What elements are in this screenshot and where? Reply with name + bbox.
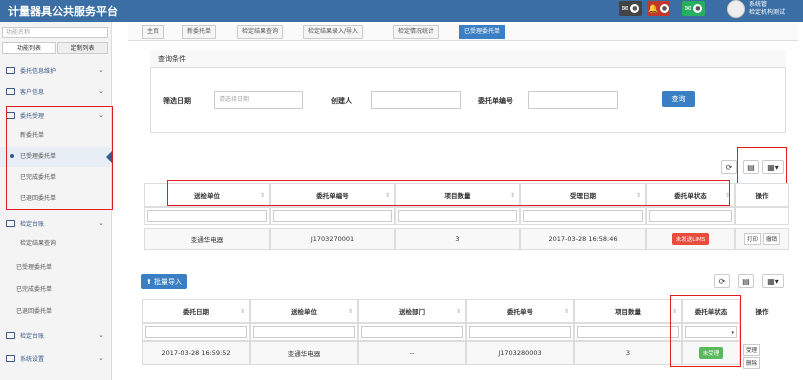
sort-icon: ⇕ [455, 307, 461, 315]
table2-cell-orderno: J1703280003 [466, 341, 574, 365]
orderno-label: 委托单编号 [478, 97, 513, 105]
tab-function-list[interactable]: 功能列表 [2, 42, 56, 54]
filter-cell[interactable] [646, 207, 735, 225]
search-button[interactable]: 查询 [662, 91, 695, 107]
filter-cell[interactable] [270, 207, 395, 225]
delete-button[interactable]: 删除 [743, 357, 761, 369]
orderno-input[interactable] [528, 91, 618, 109]
avatar[interactable] [727, 0, 745, 18]
tab-result-query[interactable]: 检定结果查询 [237, 25, 284, 39]
filter-cell[interactable] [358, 323, 466, 341]
query-panel-title: 查询条件 [150, 50, 786, 68]
table2-header-unit[interactable]: 送检单位 ⇕ [250, 299, 358, 323]
table1-cell-orderno: J1703270001 [270, 228, 395, 250]
filter-cell[interactable] [142, 323, 250, 341]
filter-cell[interactable] [520, 207, 646, 225]
filter-cell[interactable] [466, 323, 574, 341]
batch-import-button[interactable]: ⬆ 批量导入 [141, 274, 187, 289]
tab-new-order[interactable]: 新委托单 [182, 25, 217, 39]
sidebar-item-check[interactable]: 检定台账 ⌄ [0, 213, 110, 233]
table1-cell-unit: 变通华电器 [144, 228, 270, 250]
table2-header-count[interactable]: 项目数量 ⇕ [574, 299, 682, 323]
sidebar-subitem[interactable]: 检定结果查询 [0, 234, 110, 254]
chevron-down-icon: ⌄ [98, 219, 104, 227]
filter-cell[interactable] [395, 207, 520, 225]
sidebar-subitem[interactable]: 已退回委托单 [0, 302, 110, 322]
table2-cell-actions: 受理 删除 [742, 344, 761, 369]
monitor-icon [6, 66, 15, 74]
refresh-icon[interactable]: ⟳ [721, 160, 737, 174]
table1-cell-count: 3 [395, 228, 520, 250]
table2-header-dept[interactable]: 送检部门 ⇕ [358, 299, 466, 323]
tab-stats[interactable]: 检定情况统计 [393, 25, 440, 39]
creator-label: 创建人 [331, 97, 352, 105]
upload-icon: ⬆ [145, 277, 152, 286]
revoke-button[interactable]: 撤销 [763, 233, 781, 245]
date-label: 筛选日期 [163, 97, 191, 105]
sort-icon: ⇕ [563, 307, 569, 315]
table1-header-actions: 操作 [735, 183, 789, 207]
tab-accepted-orders[interactable]: 已受理委托单 [459, 25, 506, 39]
monitor-icon [6, 354, 15, 362]
chevron-down-icon: ⌄ [98, 66, 104, 74]
accept-button[interactable]: 受理 [743, 344, 761, 356]
table2-cell-dept: -- [358, 341, 466, 365]
monitor-icon [6, 219, 15, 227]
mail-icon: ✉ [621, 4, 629, 13]
sidebar-subitem[interactable]: 已受理委托单 [0, 258, 110, 278]
tab-result-import[interactable]: 检定结果录入/导入 [303, 25, 364, 39]
table2-cell-date: 2017-03-28 16:59:52 [142, 341, 250, 365]
highlight-box [670, 295, 741, 367]
bell-icon: 🔔 [648, 4, 658, 13]
sort-icon: ⇕ [239, 307, 245, 315]
filter-cell[interactable] [574, 323, 682, 341]
filter-cell[interactable] [144, 207, 270, 225]
status-badge: 未发送LIMS [671, 233, 710, 245]
table2-header-orderno[interactable]: 委托单号 ⇕ [466, 299, 574, 323]
highlight-box [167, 180, 730, 206]
refresh-icon[interactable]: ⟳ [714, 274, 730, 288]
monitor-icon [6, 331, 15, 339]
sidebar-item-system[interactable]: 系统设置 ⌄ [0, 348, 110, 368]
mail-icon: ✉ [684, 4, 692, 13]
chevron-down-icon: ⌄ [98, 331, 104, 339]
monitor-icon [6, 87, 15, 95]
chevron-down-icon: ⌄ [98, 87, 104, 95]
user-info[interactable]: 系统管 检定机构测试 [749, 1, 785, 17]
table1-cell-date: 2017-03-28 16:58:46 [520, 228, 646, 250]
app-title: 计量器具公共服务平台 [8, 5, 118, 18]
columns-icon[interactable]: ▦▾ [762, 274, 784, 288]
table2-header-actions: 操作 [755, 308, 769, 316]
table1-cell-status: 未发送LIMS [646, 228, 735, 250]
table2-header-date[interactable]: 委托日期 ⇕ [142, 299, 250, 323]
chevron-down-icon: ⌄ [98, 354, 104, 362]
filter-cell[interactable] [250, 323, 358, 341]
sidebar-search-input[interactable]: 功能名称 [2, 27, 108, 38]
sidebar-subitem[interactable]: 已完成委托单 [0, 280, 110, 300]
table2-cell-count: 3 [574, 341, 682, 365]
highlight-box [6, 106, 113, 210]
mail-button[interactable]: ✉ ● [682, 1, 705, 16]
tab-custom-list[interactable]: 定制列表 [57, 42, 108, 54]
sidebar-item-info[interactable]: 委托信息维护 ⌄ [0, 60, 110, 80]
export-icon[interactable]: ▤ [738, 274, 754, 288]
print-button[interactable]: 打印 [743, 233, 761, 245]
filter-cell [735, 207, 789, 225]
creator-input[interactable] [371, 91, 461, 109]
table2-cell-unit: 变通华电器 [250, 341, 358, 365]
tab-home[interactable]: 主页 [142, 25, 165, 39]
sort-icon: ⇕ [347, 307, 353, 315]
messages-button[interactable]: ✉ ● [619, 1, 642, 16]
sidebar-item-customer[interactable]: 客户信息 ⌄ [0, 81, 110, 101]
table1-cell-actions: 打印 撤销 [735, 228, 789, 250]
date-input[interactable]: 请选择日期 [214, 91, 303, 109]
alerts-button[interactable]: 🔔 ● [647, 1, 670, 16]
sidebar-item-certify[interactable]: 检定台账 ⌄ [0, 325, 110, 345]
